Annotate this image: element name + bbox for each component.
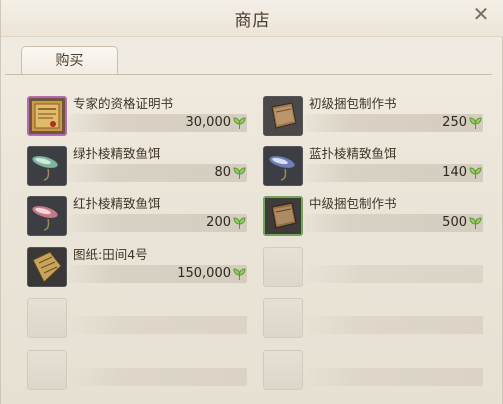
- item-price: 140: [442, 165, 467, 180]
- price-bar: 30,000: [69, 114, 247, 132]
- empty-price-bar: [69, 316, 247, 334]
- item-name: 专家的资格证明书: [73, 96, 174, 111]
- price-bar: 250: [305, 114, 483, 132]
- title-bar: 商店 ✕: [1, 0, 503, 37]
- certificate-icon: [27, 96, 67, 136]
- empty-slot-icon: [263, 350, 303, 390]
- shop-item[interactable]: 绿扑棱精致鱼饵 80: [27, 146, 247, 188]
- leaf-icon: [469, 167, 482, 179]
- price-bar: 500: [305, 214, 483, 232]
- item-price: 500: [442, 215, 467, 230]
- shop-item[interactable]: 专家的资格证明书 30,000: [27, 96, 247, 138]
- empty-price-bar: [305, 368, 483, 386]
- close-icon: ✕: [472, 2, 490, 26]
- shop-window: 商店 ✕ 购买 专家的资格证明书 30,000 初级捆包制作书 250 绿扑棱精…: [0, 0, 503, 404]
- red-lure-icon: [27, 196, 67, 236]
- leaf-icon: [233, 117, 246, 129]
- empty-slot: [27, 298, 247, 340]
- price-bar: 80: [69, 164, 247, 182]
- item-price: 30,000: [185, 115, 232, 130]
- empty-slot: [263, 298, 483, 340]
- item-name: 中级捆包制作书: [309, 196, 397, 211]
- book-icon: [263, 96, 303, 136]
- tab-divider: [5, 74, 492, 75]
- window-title: 商店: [234, 11, 271, 31]
- item-name: 初级捆包制作书: [309, 96, 397, 111]
- empty-price-bar: [305, 265, 483, 283]
- item-name: 绿扑棱精致鱼饵: [73, 146, 161, 161]
- price-bar: 200: [69, 214, 247, 232]
- item-price: 150,000: [177, 266, 231, 281]
- tab-buy[interactable]: 购买: [21, 46, 118, 75]
- item-price: 250: [442, 115, 467, 130]
- shop-item[interactable]: 初级捆包制作书 250: [263, 96, 483, 138]
- empty-price-bar: [69, 368, 247, 386]
- empty-slot: [263, 247, 483, 289]
- item-name: 图纸:田间4号: [73, 247, 148, 262]
- empty-slot: [263, 350, 483, 392]
- shop-item[interactable]: 中级捆包制作书 500: [263, 196, 483, 238]
- item-name: 红扑棱精致鱼饵: [73, 196, 161, 211]
- shop-item[interactable]: 红扑棱精致鱼饵 200: [27, 196, 247, 238]
- blue-lure-icon: [263, 146, 303, 186]
- empty-slot-icon: [263, 247, 303, 287]
- shop-item[interactable]: 图纸:田间4号 150,000: [27, 247, 247, 289]
- close-button[interactable]: ✕: [470, 3, 492, 25]
- item-price: 80: [214, 165, 231, 180]
- empty-slot-icon: [27, 350, 67, 390]
- empty-slot-icon: [27, 298, 67, 338]
- price-bar: 140: [305, 164, 483, 182]
- leaf-icon: [469, 217, 482, 229]
- green-lure-icon: [27, 146, 67, 186]
- item-name: 蓝扑棱精致鱼饵: [309, 146, 397, 161]
- empty-price-bar: [305, 316, 483, 334]
- empty-slot: [27, 350, 247, 392]
- shop-item[interactable]: 蓝扑棱精致鱼饵 140: [263, 146, 483, 188]
- price-bar: 150,000: [69, 265, 247, 283]
- item-price: 200: [206, 215, 231, 230]
- leaf-icon: [469, 117, 482, 129]
- leaf-icon: [233, 217, 246, 229]
- empty-slot-icon: [263, 298, 303, 338]
- leaf-icon: [233, 167, 246, 179]
- book-icon: [263, 196, 303, 236]
- leaf-icon: [233, 268, 246, 280]
- blueprint-icon: [27, 247, 67, 287]
